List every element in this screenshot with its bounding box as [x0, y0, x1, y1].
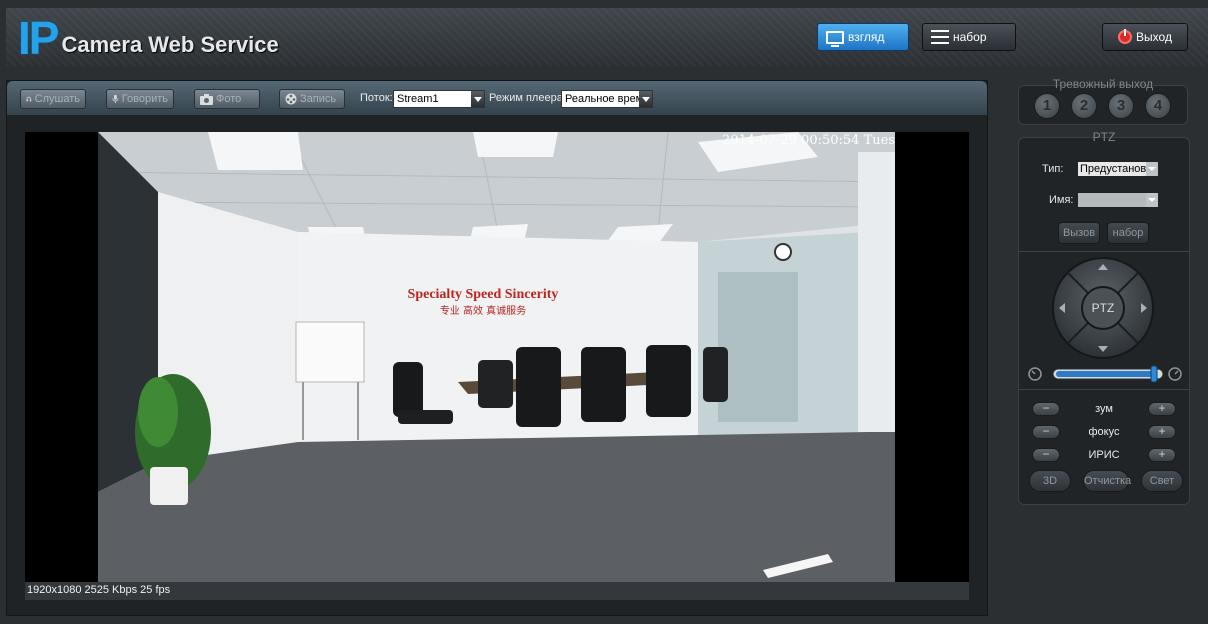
- wall-slogan-en: Specialty Speed Sincerity: [408, 287, 559, 302]
- player-mode-select[interactable]: Реальное время: [561, 90, 653, 108]
- exit-button-label: Выход: [1136, 30, 1172, 44]
- stream-value: Stream1: [397, 93, 439, 105]
- ptz-type-select[interactable]: Предустановка: [1077, 161, 1159, 177]
- alarm-output-box: Тревожный выход 1 2 3 4: [1018, 77, 1188, 125]
- settings-button-label: набор: [953, 30, 987, 44]
- header-bar: IP Camera Web Service взгляд набор Выход: [6, 8, 1208, 66]
- chevron-down-icon: [1146, 193, 1158, 207]
- ptz-box: PTZ Тип: Предустановка Имя: Вызов набор: [1018, 130, 1190, 505]
- divider: [1019, 251, 1189, 252]
- alarm-output-3[interactable]: 3: [1108, 93, 1134, 119]
- wall-slogan-cn: 专业 高效 真诚服务: [440, 304, 526, 317]
- record-label: Запись: [300, 93, 337, 105]
- ptz-speed-slider[interactable]: [1027, 364, 1183, 384]
- monitor-icon: [826, 30, 844, 47]
- listen-label: Слушать: [34, 93, 80, 105]
- ptz-name-select[interactable]: [1077, 192, 1159, 208]
- talk-button[interactable]: Говорить: [106, 89, 174, 109]
- video-player[interactable]: Specialty Speed Sincerity 专业 高效 真诚服务 201…: [25, 132, 969, 582]
- alarm-output-2[interactable]: 2: [1071, 93, 1097, 119]
- player-toolbar: Слушать Говорить Фото Запись Поток: Stre…: [7, 81, 987, 115]
- record-button[interactable]: Запись: [279, 89, 345, 109]
- 3d-button[interactable]: 3D: [1029, 470, 1071, 492]
- slider-thumb[interactable]: [1150, 365, 1158, 383]
- app-root: IP Camera Web Service взгляд набор Выход…: [0, 0, 1208, 624]
- osd-timestamp: 2014-07-29 00:50:54 Tues: [722, 133, 895, 148]
- ptz-type-label: Тип:: [1042, 163, 1064, 175]
- live-view-panel: Слушать Говорить Фото Запись Поток: Stre…: [6, 80, 988, 616]
- chevron-down-icon: [1146, 162, 1158, 176]
- headphones-icon: [26, 96, 32, 102]
- view-button[interactable]: взгляд: [817, 23, 909, 51]
- microphone-icon: [112, 94, 119, 104]
- camera-feed: Specialty Speed Sincerity 专业 高效 真诚服务 201…: [98, 132, 895, 582]
- ptz-name-label: Имя:: [1049, 194, 1074, 206]
- clean-button[interactable]: Отчистка: [1083, 470, 1131, 492]
- light-button[interactable]: Свет: [1141, 470, 1183, 492]
- alarm-output-title: Тревожный выход: [1052, 77, 1154, 91]
- logo: IP Camera Web Service: [18, 12, 279, 64]
- list-icon: [931, 30, 949, 44]
- ptz-call-button[interactable]: Вызов: [1058, 222, 1100, 244]
- iris-open-button[interactable]: +: [1148, 448, 1176, 462]
- stream-stats: 1920x1080 2525 Kbps 25 fps: [25, 582, 969, 600]
- office-scene-image: Specialty Speed Sincerity 专业 高效 真诚服务 201…: [98, 132, 895, 582]
- zoom-label: зум: [1095, 403, 1113, 415]
- focus-near-button[interactable]: −: [1032, 425, 1060, 439]
- exit-button[interactable]: Выход: [1102, 23, 1188, 51]
- chevron-down-icon: [471, 91, 484, 107]
- logo-ip: IP: [18, 12, 59, 64]
- player-mode-value: Реальное время: [565, 93, 650, 105]
- power-icon: [1118, 29, 1133, 44]
- zoom-in-button[interactable]: +: [1148, 402, 1176, 416]
- chevron-down-icon: [639, 91, 652, 107]
- photo-label: Фото: [216, 93, 242, 105]
- focus-far-button[interactable]: +: [1148, 425, 1176, 439]
- player-mode-label: Режим плеера:: [489, 92, 566, 104]
- iris-label: ИРИС: [1088, 449, 1120, 461]
- alarm-output-1[interactable]: 1: [1034, 93, 1060, 119]
- focus-label: фокус: [1088, 426, 1120, 438]
- ptz-title: PTZ: [1092, 130, 1116, 144]
- iris-close-button[interactable]: −: [1032, 448, 1060, 462]
- film-reel-icon: [285, 93, 297, 105]
- listen-button[interactable]: Слушать: [20, 89, 86, 109]
- talk-label: Говорить: [121, 93, 168, 105]
- ptz-set-button[interactable]: набор: [1107, 222, 1149, 244]
- zoom-out-button[interactable]: −: [1032, 402, 1060, 416]
- photo-button[interactable]: Фото: [194, 89, 260, 109]
- ptz-direction-pad[interactable]: PTZ: [1051, 256, 1155, 360]
- stream-label: Поток:: [360, 92, 393, 104]
- logo-text: Camera Web Service: [61, 32, 279, 57]
- divider: [1019, 389, 1189, 390]
- view-button-label: взгляд: [848, 30, 885, 44]
- stream-select[interactable]: Stream1: [393, 90, 485, 108]
- alarm-output-4[interactable]: 4: [1145, 93, 1171, 119]
- camera-icon: [200, 93, 213, 105]
- ptz-center-label: PTZ: [1092, 301, 1115, 315]
- settings-button[interactable]: набор: [922, 23, 1016, 51]
